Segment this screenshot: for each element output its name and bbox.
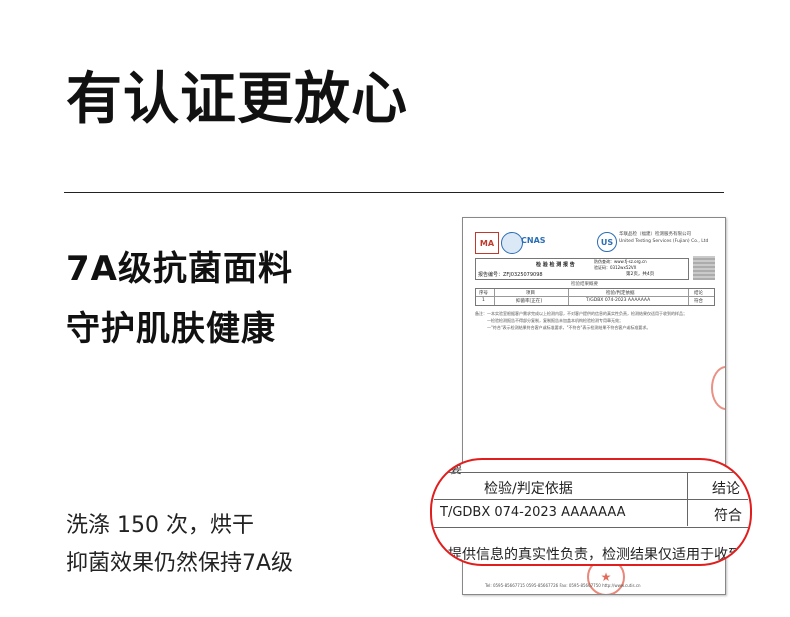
cma-logo: MA [475,232,499,254]
magnified-result-callout: 要 检验/判定依据 结论 T/GDBX 074-2023 AAAAAAA 符合 … [430,458,752,566]
ilac-logo [501,232,523,254]
lab-logo: US [597,232,617,252]
qr-code [693,256,715,280]
td-index: 1 [482,298,485,303]
callout-result-value: 符合 [714,508,742,524]
callout-result-header: 结论 [712,481,740,497]
report-note-2: —检验检测报告不得部分复制，复制报告未加盖本机构检验检测专用章无效； [487,318,623,323]
callout-basis-header: 检验/判定依据 [484,481,573,497]
td-result: 符合 [694,299,703,304]
report-note-3: —"符合"表示检测结果符合客户或标准要求，"不符合"表示检测结果不符合客户或标准… [487,325,651,330]
report-footer: Tel: 0595-85667715 0595-85667726 Fax: 05… [485,583,641,588]
result-table: 序号 项目 检验/判定依据 结论 1 抑菌率[正在] T/GDBX 074-20… [475,288,715,306]
callout-basis-value: T/GDBX 074-2023 AAAAAAA [440,505,626,520]
th-basis: 检验/判定依据 [606,291,635,296]
certification-logos: MA CNAS [475,232,561,254]
td-basis: T/GDBX 074-2023 AAAAAAA [586,298,651,303]
seal-stamp-edge [711,366,725,410]
page-title: 有认证更放心 [66,67,408,132]
report-page: 第2页，共4页 [626,272,655,277]
lab-name: 华联品检（福建）检测服务有限公司 United Testing Services… [619,232,709,244]
report-note-1: 备注：—本实验室根据客户需求完成以上检测内容，不对客户提供的信息的真实性负责，检… [475,311,687,316]
title-divider [64,192,724,193]
report-title: 检 验 检 测 报 告 [536,262,575,268]
headline-line-1: 7A级抗菌面料 [66,249,293,289]
headline-line-2: 守护肌肤健康 [66,309,276,349]
callout-row-separator [434,499,748,500]
th-index: 序号 [479,291,488,296]
report-number: 报告编号：ZFJ0325079098 [478,272,543,278]
body-line-1: 洗涤 150 次，烘干 [66,513,254,538]
body-line-2: 抑菌效果仍然保持7A级 [66,551,294,576]
cnas-logo: CNAS [521,236,546,245]
td-item: 抑菌率[正在] [516,299,543,304]
th-item: 项目 [526,291,535,296]
section-title: 检验结果概要 [571,282,598,287]
th-result: 结论 [694,291,703,296]
report-header-box: 检 验 检 测 报 告 报告编号：ZFJ0325079098 防伪查询：www.… [475,258,689,280]
callout-trailing-text: 提供信息的真实性负责，检测结果仅适用于收到的 [448,547,752,563]
callout-column-separator [687,472,688,526]
